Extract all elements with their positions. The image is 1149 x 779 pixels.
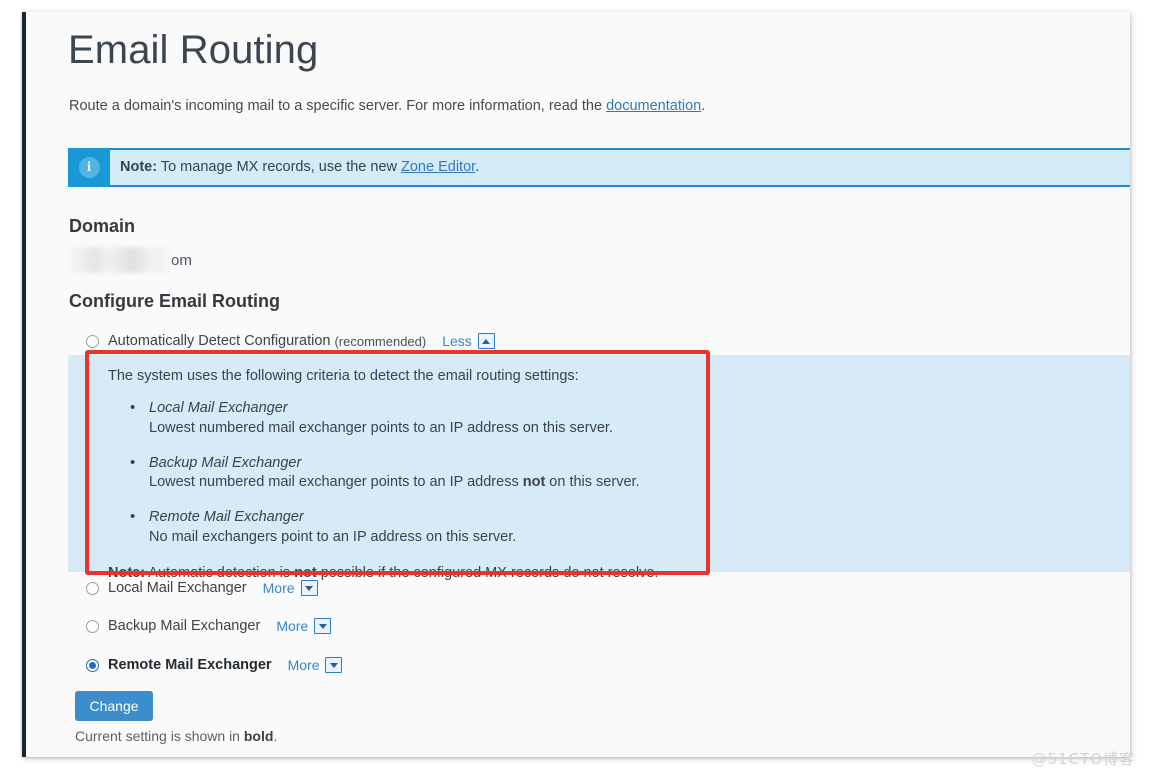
zone-editor-link[interactable]: Zone Editor: [401, 159, 475, 175]
toggle-local-label[interactable]: More: [263, 580, 295, 596]
radio-option-remote[interactable]: Remote Mail Exchanger More: [86, 654, 343, 676]
radio-backup[interactable]: [86, 619, 99, 633]
page-intro-period: .: [701, 98, 706, 114]
documentation-link[interactable]: documentation: [606, 98, 701, 114]
radio-option-automatic[interactable]: Automatically Detect Configuration (reco…: [86, 330, 495, 352]
page-intro: Route a domain's incoming mail to a spec…: [69, 98, 705, 114]
chevron-down-glyph: [305, 585, 314, 591]
alert-text-before: To manage MX records, use the new: [157, 159, 402, 175]
criteria-content: The system uses the following criteria t…: [108, 367, 698, 583]
radio-option-local[interactable]: Local Mail Exchanger More: [86, 577, 318, 599]
info-icon: i: [68, 148, 110, 187]
zone-editor-note-alert: i Note: To manage MX records, use the ne…: [68, 148, 1130, 187]
criteria-list: Local Mail Exchanger Lowest numbered mai…: [108, 398, 698, 547]
domain-value-suffix: om: [171, 251, 192, 269]
criteria-item-title: Backup Mail Exchanger: [149, 454, 302, 471]
chevron-down-glyph: [318, 623, 327, 629]
criteria-item-title: Remote Mail Exchanger: [149, 509, 304, 526]
chevron-up-glyph: [482, 338, 491, 344]
footnote-bold: bold: [243, 728, 274, 744]
chevron-down-glyph: [329, 662, 338, 668]
footnote-before: Current setting is shown in: [75, 728, 244, 744]
domain-value-row: om: [72, 247, 192, 273]
content-panel: Email Routing Route a domain's incoming …: [22, 12, 1130, 757]
radio-local[interactable]: [86, 581, 99, 595]
chevron-down-icon[interactable]: [325, 657, 343, 673]
criteria-desc-after: on this server.: [545, 474, 640, 491]
page-title: Email Routing: [68, 28, 319, 72]
radio-backup-label: Backup Mail Exchanger: [108, 618, 261, 634]
criteria-desc-bold: not: [522, 474, 546, 491]
alert-text-after: .: [475, 159, 480, 175]
radio-automatic-sublabel: (recommended): [334, 333, 427, 349]
configure-heading: Configure Email Routing: [69, 291, 280, 311]
criteria-desc-before: Lowest numbered mail exchanger points to…: [149, 419, 613, 436]
footnote: Current setting is shown in bold.: [75, 728, 277, 744]
toggle-automatic-label[interactable]: Less: [442, 333, 472, 349]
radio-remote[interactable]: [86, 658, 99, 672]
radio-remote-label: Remote Mail Exchanger: [108, 657, 272, 673]
domain-redacted-block: [72, 247, 169, 273]
toggle-remote-label[interactable]: More: [288, 657, 320, 673]
criteria-item-backup: Backup Mail Exchanger Lowest numbered ma…: [108, 453, 698, 493]
criteria-item-remote: Remote Mail Exchanger No mail exchangers…: [108, 507, 698, 547]
radio-local-label: Local Mail Exchanger: [108, 580, 247, 596]
criteria-note-after: possible if the configured MX records do…: [316, 564, 659, 581]
criteria-lead: The system uses the following criteria t…: [108, 368, 579, 384]
criteria-item-desc: Lowest numbered mail exchanger points to…: [149, 473, 698, 492]
toggle-backup-label[interactable]: More: [276, 618, 308, 634]
criteria-item-desc: No mail exchangers point to an IP addres…: [149, 528, 698, 547]
chevron-down-icon[interactable]: [314, 618, 332, 634]
criteria-item-title: Local Mail Exchanger: [149, 399, 288, 416]
chevron-down-icon[interactable]: [300, 580, 318, 596]
info-icon-glyph: i: [78, 157, 100, 178]
radio-automatic[interactable]: [86, 334, 99, 348]
criteria-desc-before: No mail exchangers point to an IP addres…: [149, 529, 517, 546]
change-button[interactable]: Change: [75, 691, 153, 721]
radio-option-backup[interactable]: Backup Mail Exchanger More: [86, 615, 332, 637]
chevron-up-icon[interactable]: [477, 333, 495, 349]
criteria-item-local: Local Mail Exchanger Lowest numbered mai…: [108, 398, 698, 438]
watermark: @51CTO博客: [1031, 750, 1135, 768]
criteria-item-desc: Lowest numbered mail exchanger points to…: [149, 419, 698, 438]
alert-note-label: Note:: [120, 159, 158, 175]
radio-automatic-label: Automatically Detect Configuration: [108, 333, 331, 349]
screenshot-root: Email Routing Route a domain's incoming …: [0, 0, 1149, 779]
page-intro-text: Route a domain's incoming mail to a spec…: [69, 98, 607, 114]
criteria-desc-before: Lowest numbered mail exchanger points to…: [149, 474, 523, 491]
domain-heading: Domain: [69, 216, 136, 236]
alert-message: Note: To manage MX records, use the new …: [120, 159, 479, 175]
footnote-after: .: [273, 728, 278, 744]
